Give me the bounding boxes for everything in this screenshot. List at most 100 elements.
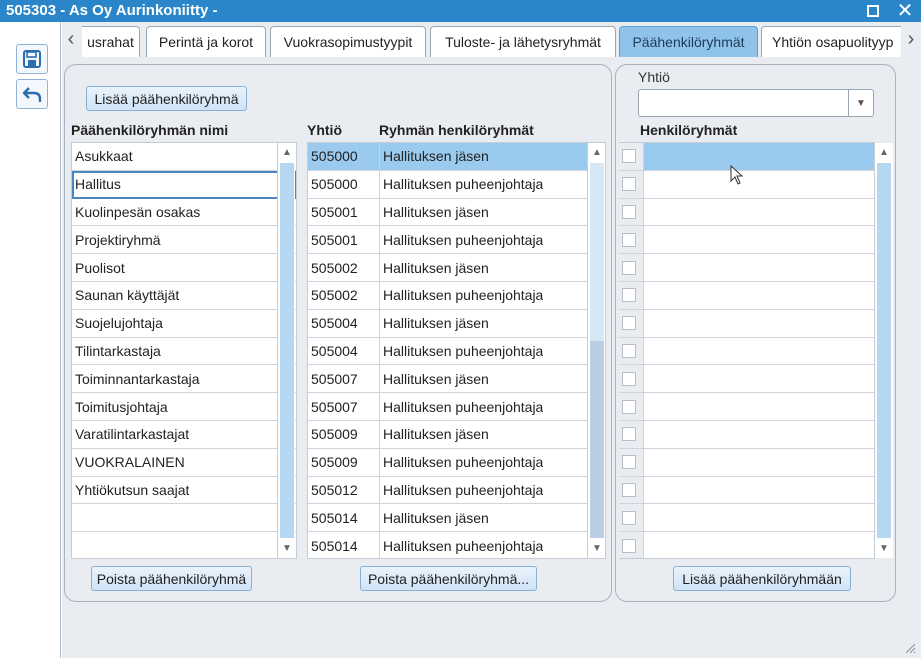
group-row[interactable] — [72, 504, 296, 533]
person-group-row[interactable] — [619, 143, 874, 171]
tab-vuokrasopimustyypit[interactable]: Vuokrasopimustyypit — [270, 26, 426, 57]
company-cell: 505012 — [308, 476, 380, 504]
tab-paahenkiloryhmat[interactable]: Päähenkilöryhmät — [619, 26, 758, 57]
row-checkbox[interactable] — [622, 316, 636, 331]
tab-usrahat[interactable]: usrahat — [82, 26, 140, 57]
group-row[interactable]: Yhtiökutsun saajat — [72, 476, 296, 505]
save-button[interactable] — [16, 44, 48, 74]
tab-yhtion-osapuolityypit[interactable]: Yhtiön osapuolityyp — [761, 26, 901, 57]
person-group-row[interactable] — [619, 365, 874, 394]
group-name: Toiminnantarkastaja — [75, 370, 200, 387]
member-group-row[interactable]: 505004 Hallituksen jäsen — [308, 309, 605, 338]
row-checkbox[interactable] — [622, 399, 636, 414]
person-group-row[interactable] — [619, 309, 874, 338]
delete-main-group-button[interactable]: Poista päähenkilöryhmä — [91, 566, 252, 591]
close-button[interactable]: ✕ — [892, 0, 918, 22]
group-row[interactable]: Puolisot — [72, 254, 296, 282]
group-row[interactable] — [72, 532, 296, 558]
person-group-row[interactable] — [619, 448, 874, 477]
group-row[interactable]: Hallitus — [72, 170, 296, 199]
group-row[interactable]: Asukkaat — [72, 143, 296, 171]
group-row[interactable]: VUOKRALAINEN — [72, 448, 296, 477]
person-group-row[interactable] — [619, 254, 874, 282]
member-group-cell: Hallituksen jäsen — [383, 315, 489, 332]
person-group-row[interactable] — [619, 170, 874, 199]
member-group-row[interactable]: 505012 Hallituksen puheenjohtaja — [308, 476, 605, 505]
maximize-button[interactable] — [860, 0, 886, 22]
member-group-row[interactable]: 505014 Hallituksen puheenjohtaja — [308, 532, 605, 558]
undo-button[interactable] — [16, 79, 48, 109]
scroll-up-icon[interactable]: ▲ — [278, 145, 296, 161]
row-checkbox[interactable] — [622, 260, 636, 275]
row-checkbox[interactable] — [622, 482, 636, 497]
person-group-row[interactable] — [619, 198, 874, 227]
person-group-row[interactable] — [619, 420, 874, 449]
resize-grip-icon[interactable] — [904, 642, 916, 654]
member-group-row[interactable]: 505002 Hallituksen jäsen — [308, 254, 605, 282]
member-group-row[interactable]: 505009 Hallituksen puheenjohtaja — [308, 448, 605, 477]
row-checkbox[interactable] — [622, 510, 636, 525]
group-row[interactable]: Saunan käyttäjät — [72, 281, 296, 310]
member-group-row[interactable]: 505014 Hallituksen jäsen — [308, 504, 605, 533]
row-checkbox[interactable] — [622, 149, 636, 164]
row-checkbox[interactable] — [622, 204, 636, 219]
group-row[interactable]: Tilintarkastaja — [72, 337, 296, 366]
tab-scroll-right-icon[interactable]: › — [904, 29, 918, 49]
window-title: 505303 - As Oy Aurinkoniitty - — [6, 2, 218, 19]
row-checkbox[interactable] — [622, 177, 636, 192]
person-group-row[interactable] — [619, 281, 874, 310]
row-checkbox[interactable] — [622, 343, 636, 358]
person-group-row[interactable] — [619, 226, 874, 255]
tab-tuloste-ja-lahetysryhmat[interactable]: Tuloste- ja lähetysryhmät — [430, 26, 616, 57]
scroll-thumb[interactable] — [590, 341, 604, 538]
company-select[interactable]: ▼ — [638, 89, 874, 117]
person-group-row[interactable] — [619, 504, 874, 533]
button-label: Lisää päähenkilöryhmä — [94, 90, 239, 107]
group-row[interactable]: Projektiryhmä — [72, 226, 296, 255]
scroll-thumb[interactable] — [280, 163, 294, 538]
scroll-thumb[interactable] — [877, 163, 891, 538]
scroll-down-icon[interactable]: ▼ — [278, 541, 296, 557]
group-row[interactable]: Suojelujohtaja — [72, 309, 296, 338]
row-checkbox[interactable] — [622, 455, 636, 470]
scroll-track-upper[interactable] — [590, 163, 604, 341]
member-group-row[interactable]: 505000 Hallituksen jäsen — [308, 143, 605, 171]
member-group-row[interactable]: 505000 Hallituksen puheenjohtaja — [308, 170, 605, 199]
member-group-row[interactable]: 505007 Hallituksen jäsen — [308, 365, 605, 394]
member-group-row[interactable]: 505002 Hallituksen puheenjohtaja — [308, 281, 605, 310]
group-row[interactable]: Varatilintarkastajat — [72, 420, 296, 449]
group-row[interactable]: Toiminnantarkastaja — [72, 365, 296, 394]
scroll-up-icon[interactable]: ▲ — [875, 145, 893, 161]
scroll-down-icon[interactable]: ▼ — [588, 541, 606, 557]
delete-member-group-button[interactable]: Poista päähenkilöryhmä... — [360, 566, 537, 591]
person-group-row[interactable] — [619, 476, 874, 505]
scroll-down-icon[interactable]: ▼ — [875, 541, 893, 557]
row-checkbox[interactable] — [622, 371, 636, 386]
groups-scrollbar[interactable]: ▲ ▼ — [277, 143, 295, 558]
member-group-row[interactable]: 505001 Hallituksen jäsen — [308, 198, 605, 227]
row-checkbox[interactable] — [622, 232, 636, 247]
member-group-row[interactable]: 505007 Hallituksen puheenjohtaja — [308, 393, 605, 421]
member-group-row[interactable]: 505004 Hallituksen puheenjohtaja — [308, 337, 605, 366]
person-group-row[interactable] — [619, 337, 874, 366]
tab-scroll-left-icon[interactable]: ‹ — [64, 29, 78, 49]
chevron-down-icon[interactable]: ▼ — [848, 90, 873, 116]
row-checkbox[interactable] — [622, 288, 636, 303]
add-to-main-group-button[interactable]: Lisää päähenkilöryhmään — [673, 566, 851, 591]
group-name: Kuolinpesän osakas — [75, 203, 201, 220]
group-row[interactable]: Toimitusjohtaja — [72, 393, 296, 421]
scroll-up-icon[interactable]: ▲ — [588, 145, 606, 161]
row-checkbox[interactable] — [622, 427, 636, 442]
member-group-cell: Hallituksen jäsen — [383, 426, 489, 443]
person-groups-scrollbar[interactable]: ▲ ▼ — [875, 143, 893, 558]
person-group-row[interactable] — [619, 393, 874, 421]
group-row[interactable]: Kuolinpesän osakas — [72, 198, 296, 227]
row-checkbox[interactable] — [622, 538, 636, 553]
tab-perinta-ja-korot[interactable]: Perintä ja korot — [146, 26, 266, 57]
member-group-row[interactable]: 505001 Hallituksen puheenjohtaja — [308, 226, 605, 255]
member-group-row[interactable]: 505009 Hallituksen jäsen — [308, 420, 605, 449]
person-group-cell — [643, 337, 874, 365]
add-main-group-button[interactable]: Lisää päähenkilöryhmä — [86, 86, 247, 111]
members-scrollbar[interactable]: ▲ ▼ — [587, 143, 605, 558]
person-group-row[interactable] — [619, 532, 874, 558]
